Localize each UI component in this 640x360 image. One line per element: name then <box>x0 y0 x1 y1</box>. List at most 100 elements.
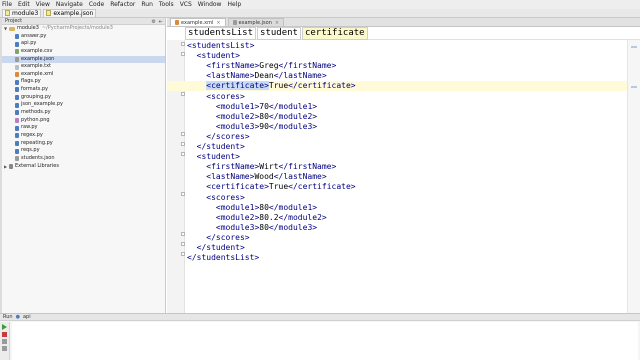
tree-external-libraries[interactable]: ▶ External Libraries <box>2 163 165 171</box>
code-editor[interactable]: <studentsList> <student> <firstName>Greg</… <box>167 40 627 313</box>
xml-tag-breadcrumb: studentsList student certificate <box>185 27 640 40</box>
scroll-end-icon[interactable] <box>2 346 7 351</box>
code-line[interactable]: <module1>80</module1> <box>187 203 317 213</box>
run-panel-label[interactable]: Run <box>3 314 13 320</box>
stripe-mark[interactable] <box>631 86 637 88</box>
tree-file-name: flags.py <box>21 78 41 85</box>
editor-tab[interactable]: example.xml × <box>170 18 226 26</box>
xml-tag: <firstName> <box>206 162 260 172</box>
fold-marker[interactable] <box>181 252 185 256</box>
tree-file-item[interactable]: raw.py <box>2 124 165 132</box>
xml-tag: <certificate> <box>206 81 269 91</box>
xml-tag: </certificate> <box>288 182 356 192</box>
tag-crumb-studentslist[interactable]: studentsList <box>185 27 257 40</box>
run-config-name[interactable]: api <box>23 314 31 320</box>
tag-crumb-certificate[interactable]: certificate <box>301 27 368 40</box>
tree-file-item[interactable]: example.txt <box>2 63 165 71</box>
tree-file-name: python.png <box>21 116 50 123</box>
code-line[interactable]: <scores> <box>187 193 245 203</box>
code-line[interactable]: </scores> <box>187 132 249 142</box>
hide-icon[interactable]: ⇤ <box>159 19 163 25</box>
nav-crumb-project[interactable]: module3 <box>2 8 42 18</box>
py-file-icon <box>15 87 19 93</box>
tree-file-name: json_example.py <box>21 101 63 108</box>
tree-file-item[interactable]: flags.py <box>2 78 165 86</box>
fold-marker[interactable] <box>181 142 185 146</box>
xml-tag: <scores> <box>206 192 245 202</box>
code-line[interactable]: <student> <box>187 152 240 162</box>
stop-icon[interactable] <box>2 332 7 337</box>
fold-marker[interactable] <box>181 192 185 196</box>
external-libraries-label: External Libraries <box>15 162 59 169</box>
menu-item-help[interactable]: Help <box>227 0 241 9</box>
menu-item-refactor[interactable]: Refactor <box>110 0 135 9</box>
fold-marker[interactable] <box>181 132 185 136</box>
error-stripe[interactable] <box>627 40 640 313</box>
code-line[interactable]: </student> <box>187 142 245 152</box>
code-line[interactable]: <module3>80</module3> <box>187 223 317 233</box>
code-line[interactable]: <lastName>Dean</lastName> <box>187 71 326 81</box>
code-line[interactable]: </studentsList> <box>187 253 259 263</box>
code-line[interactable]: <module1>70</module1> <box>187 102 317 112</box>
py-file-icon <box>15 79 19 85</box>
menu-item-tools[interactable]: Tools <box>159 0 174 9</box>
fold-marker[interactable] <box>181 242 185 246</box>
code-line[interactable]: <scores> <box>187 92 245 102</box>
code-line[interactable]: </student> <box>187 243 245 253</box>
code-line[interactable]: <studentsList> <box>187 41 254 51</box>
code-line[interactable]: <certificate>True</certificate> <box>187 182 356 192</box>
xml-text: 90 <box>259 121 269 131</box>
menu-item-run[interactable]: Run <box>141 0 153 9</box>
library-icon <box>9 163 13 169</box>
tree-file-item[interactable]: reqs.py <box>2 147 165 155</box>
xml-file-icon <box>175 20 179 25</box>
tree-file-item[interactable]: example.xml <box>2 71 165 79</box>
fold-marker[interactable] <box>181 42 185 46</box>
menu-item-window[interactable]: Window <box>198 0 222 9</box>
tree-file-item[interactable]: example.json <box>2 55 165 64</box>
code-line[interactable]: <module2>80</module2> <box>187 112 317 122</box>
run-toolbar <box>0 322 10 360</box>
tree-file-item[interactable]: repeating.py <box>2 140 165 148</box>
nav-crumb-file[interactable]: example.json <box>43 8 97 18</box>
tree-file-item[interactable]: answer.py <box>2 33 165 41</box>
tree-file-item[interactable]: students.json <box>2 155 165 163</box>
xml-tag: </module2> <box>278 212 327 222</box>
run-output-console[interactable] <box>12 322 638 360</box>
rerun-icon[interactable] <box>2 324 7 330</box>
code-line[interactable]: <firstName>Greg</firstName> <box>187 61 336 71</box>
tree-file-item[interactable]: api.py <box>2 40 165 48</box>
py-file-icon <box>15 102 19 108</box>
code-line[interactable]: <module3>90</module3> <box>187 122 317 132</box>
code-line[interactable]: <module2>80.2</module2> <box>187 213 327 223</box>
code-line[interactable]: <firstName>Wirt</firstName> <box>187 162 336 172</box>
fold-marker[interactable] <box>181 232 185 236</box>
tree-root-module[interactable]: ▼ module3 ~/PycharmProjects/module3 <box>2 25 165 33</box>
code-line[interactable]: <lastName>Wood</lastName> <box>187 172 326 182</box>
project-panel-title[interactable]: Project <box>5 18 22 24</box>
tree-file-item[interactable]: formats.py <box>2 86 165 94</box>
fold-marker[interactable] <box>181 52 185 56</box>
settings-icon[interactable]: ⚙ <box>151 19 155 25</box>
xml-tag: <module1> <box>215 202 260 212</box>
code-line[interactable]: </scores> <box>187 233 249 243</box>
code-line[interactable]: <student> <box>187 51 240 61</box>
stripe-mark[interactable] <box>631 46 637 48</box>
fold-marker[interactable] <box>181 92 185 96</box>
editor-tab[interactable]: example.json × <box>227 18 285 27</box>
code-line[interactable]: <certificate>True</certificate> <box>167 81 627 92</box>
tag-crumb-student[interactable]: student <box>257 27 301 40</box>
close-icon[interactable]: × <box>275 19 279 27</box>
tree-file-item[interactable]: json_example.py <box>2 101 165 109</box>
tree-file-item[interactable]: python.png <box>2 117 165 125</box>
tree-file-item[interactable]: methods.py <box>2 109 165 117</box>
menu-item-vcs[interactable]: VCS <box>180 0 192 9</box>
tree-file-item[interactable]: example.csv <box>2 48 165 56</box>
tree-file-item[interactable]: grouping.py <box>2 94 165 102</box>
tree-file-item[interactable]: regex.py <box>2 132 165 140</box>
xml-tag: </module1> <box>268 202 318 212</box>
run-panel-header: Run ● api <box>0 314 640 321</box>
fold-marker[interactable] <box>181 152 185 156</box>
close-icon[interactable]: × <box>216 19 220 27</box>
pause-icon[interactable] <box>2 339 7 344</box>
